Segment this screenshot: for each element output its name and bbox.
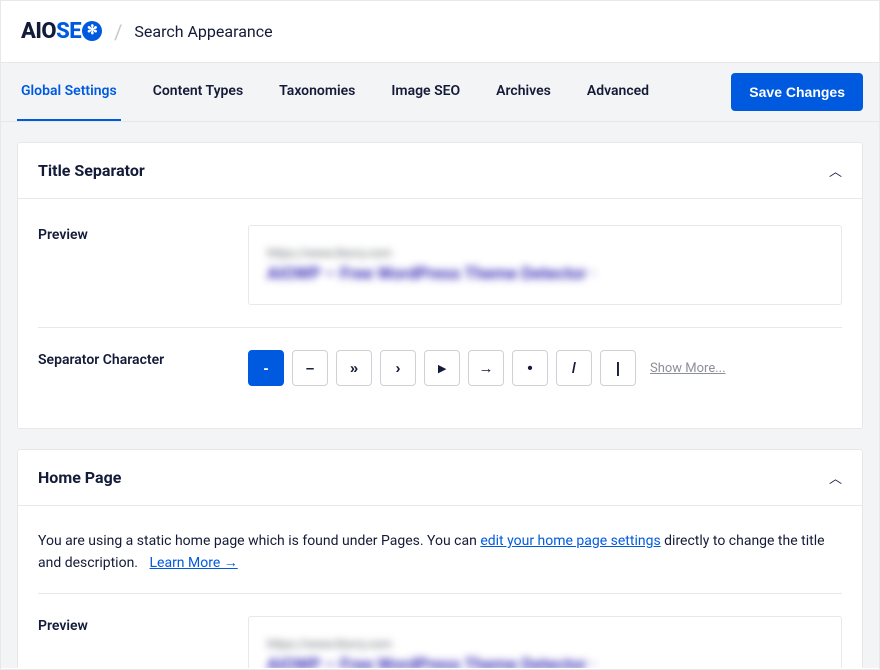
tab-archives[interactable]: Archives	[492, 63, 555, 121]
preview-title: AIOWP – Free WordPress Theme Detector ·	[267, 264, 823, 284]
tab-global-settings[interactable]: Global Settings	[17, 63, 121, 121]
serp-preview-home: https://www.blurry.com AIOWP – Free Word…	[248, 616, 842, 668]
gear-icon: ✻	[82, 21, 102, 41]
preview-label: Preview	[38, 616, 248, 668]
preview-url: https://www.blurry.com	[267, 637, 823, 651]
separator-endash[interactable]: –	[292, 350, 328, 386]
card-header-title-separator[interactable]: Title Separator ︿	[18, 143, 862, 199]
tab-taxonomies[interactable]: Taxonomies	[275, 63, 359, 121]
card-home-page: Home Page ︿ You are using a static home …	[17, 449, 863, 668]
separator-label: Separator Character	[38, 350, 248, 386]
chevron-up-icon: ︿	[829, 468, 842, 487]
top-bar: AIOSE✻ / Search Appearance	[1, 1, 879, 62]
separator-rsaquo[interactable]: ›	[380, 350, 416, 386]
preview-title: AIOWP – Free WordPress Theme Detector ·	[267, 655, 823, 668]
content-area: Title Separator ︿ Preview https://www.bl…	[1, 122, 879, 668]
separator-raquo[interactable]: »	[336, 350, 372, 386]
separator-bullet[interactable]: •	[512, 350, 548, 386]
separator-dash[interactable]: -	[248, 350, 284, 386]
separator-arrow[interactable]: →	[468, 350, 504, 386]
separator-options: - – » › ▸ → • / | Show More...	[248, 350, 842, 386]
preview-label: Preview	[38, 225, 248, 305]
info-text-pre: You are using a static home page which i…	[38, 533, 480, 549]
row-home-preview: Preview https://www.blurry.com AIOWP – F…	[38, 616, 842, 668]
separator-triangle[interactable]: ▸	[424, 350, 460, 386]
serp-preview: https://www.blurry.com AIOWP – Free Word…	[248, 225, 842, 305]
breadcrumb-separator: /	[114, 20, 122, 44]
tabs-bar: Global Settings Content Types Taxonomies…	[1, 62, 879, 122]
brand-part1: AIO	[21, 19, 56, 44]
brand-logo: AIOSE✻	[21, 19, 102, 44]
card-title: Title Separator	[38, 161, 145, 180]
page-title: Search Appearance	[134, 22, 272, 41]
card-header-home-page[interactable]: Home Page ︿	[18, 450, 862, 506]
brand-part2: SE	[56, 19, 81, 44]
separator-slash[interactable]: /	[556, 350, 592, 386]
tab-content-types[interactable]: Content Types	[149, 63, 247, 121]
home-page-info: You are using a static home page which i…	[38, 526, 842, 594]
show-more-link[interactable]: Show More...	[650, 361, 726, 376]
edit-home-page-link[interactable]: edit your home page settings	[480, 533, 660, 549]
tab-image-seo[interactable]: Image SEO	[387, 63, 464, 121]
preview-url: https://www.blurry.com	[267, 246, 823, 260]
tab-advanced[interactable]: Advanced	[583, 63, 653, 121]
card-title-separator: Title Separator ︿ Preview https://www.bl…	[17, 142, 863, 429]
row-preview: Preview https://www.blurry.com AIOWP – F…	[38, 219, 842, 327]
tabs: Global Settings Content Types Taxonomies…	[17, 63, 731, 121]
learn-more-link[interactable]: Learn More →	[149, 555, 237, 571]
card-title: Home Page	[38, 468, 121, 487]
save-changes-button[interactable]: Save Changes	[731, 73, 863, 111]
chevron-up-icon: ︿	[829, 161, 842, 180]
separator-pipe[interactable]: |	[600, 350, 636, 386]
row-separator: Separator Character - – » › ▸ → • / |	[38, 327, 842, 408]
